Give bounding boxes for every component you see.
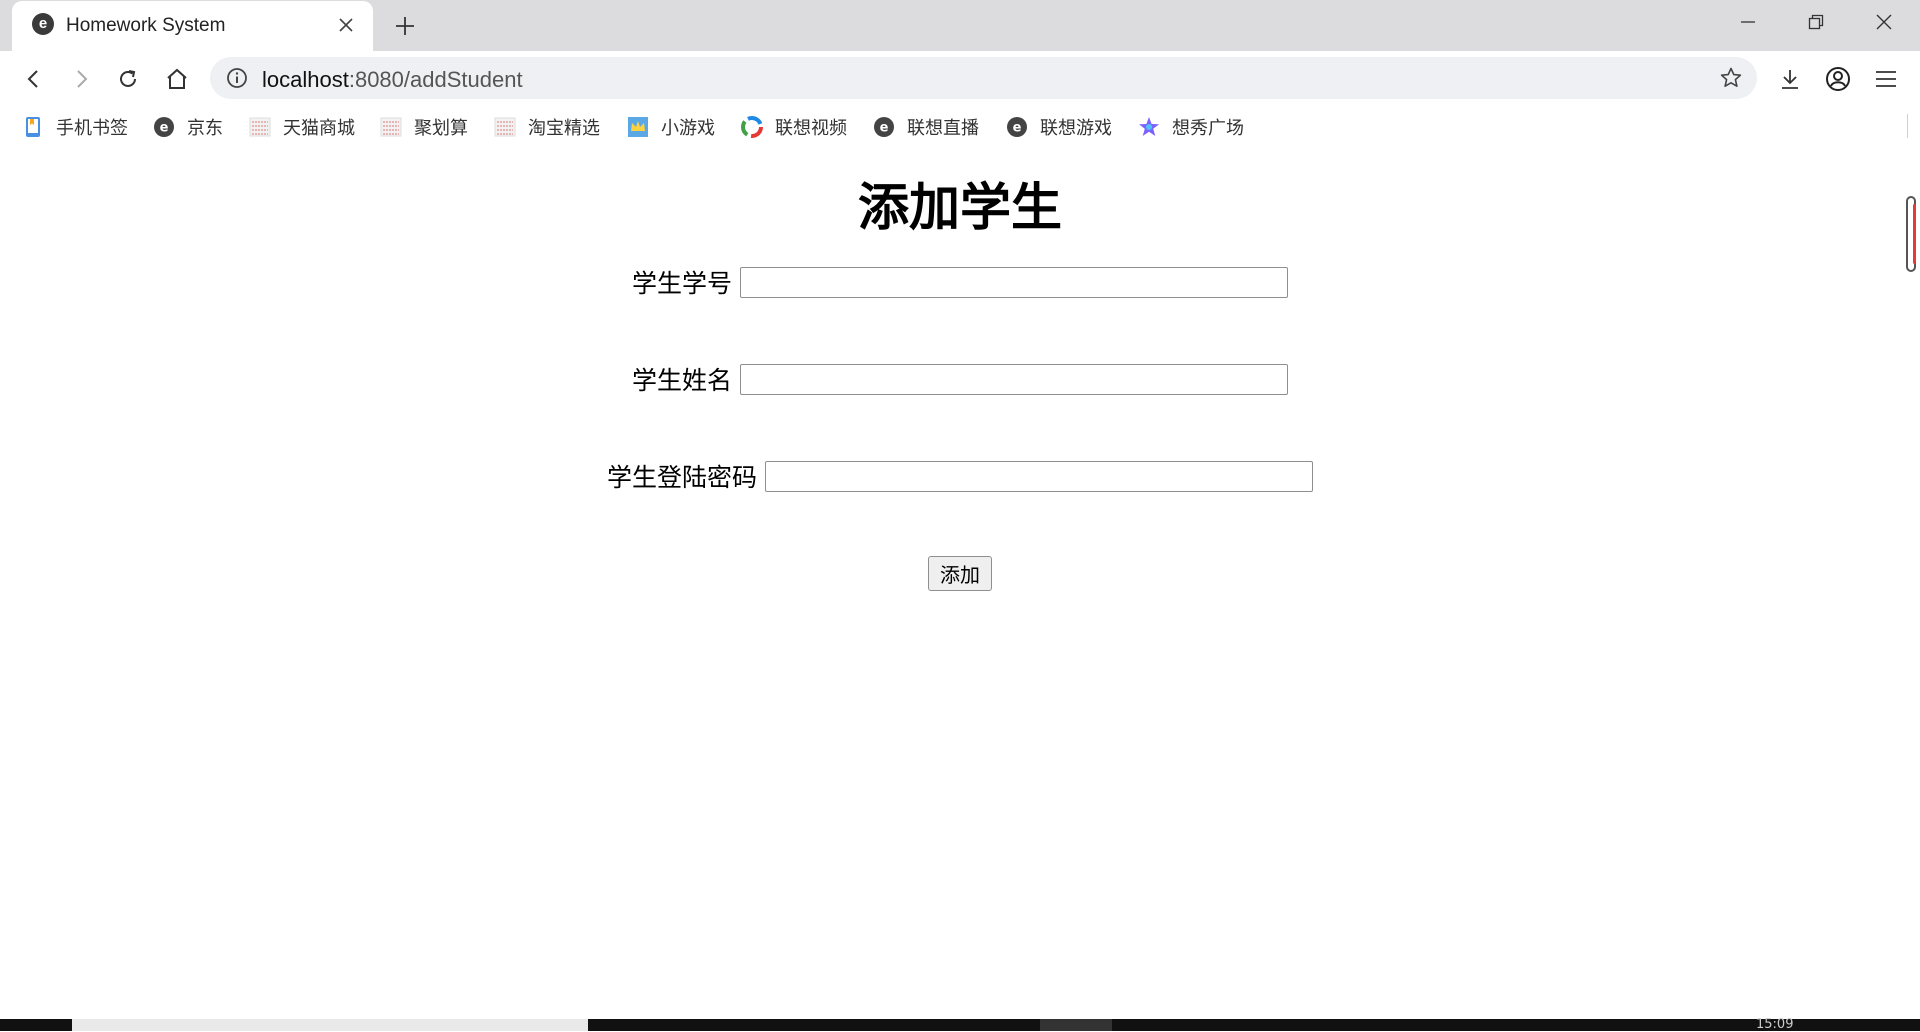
bookmark-juhuasuan[interactable]: 聚划算 — [380, 113, 468, 141]
star-bookmark-icon[interactable] — [1719, 66, 1743, 90]
address-bar[interactable]: localhost:8080/addStudent — [210, 57, 1757, 99]
edge-e-icon: e — [1007, 117, 1027, 137]
reload-icon — [120, 70, 136, 87]
minimize-icon — [1741, 21, 1755, 23]
new-tab-button[interactable] — [390, 11, 420, 41]
browser-tab-homework-system[interactable]: e Homework System — [12, 1, 373, 51]
site-thumbnail-icon — [494, 117, 516, 137]
hamburger-menu-icon — [1876, 71, 1896, 87]
bookmark-label: 聚划算 — [414, 118, 468, 138]
tab-strip: e Homework System — [0, 0, 1920, 51]
page-content: 添加学生 学生学号 学生姓名 学生登陆密码 添加 — [0, 147, 1920, 1019]
url-path: :8080/addStudent — [348, 67, 523, 92]
crown-icon — [628, 117, 648, 137]
menu-button[interactable] — [1866, 59, 1906, 99]
student-name-input[interactable] — [740, 363, 1288, 395]
downloads-button[interactable] — [1770, 59, 1810, 99]
bookmark-label: 联想游戏 — [1040, 118, 1112, 138]
bookmark-lenovo-live[interactable]: e 联想直播 — [873, 113, 979, 141]
bookmark-mini-games[interactable]: 小游戏 — [627, 113, 715, 141]
plus-icon — [396, 17, 414, 35]
add-student-button[interactable]: 添加 — [928, 556, 992, 591]
bookmark-jd[interactable]: e 京东 — [153, 113, 223, 141]
edge-e-icon: e — [154, 117, 174, 137]
bookmarks-bar: 手机书签 e 京东 天猫商城 聚划算 淘宝精选 小游戏 联想视频 e 联想直播 … — [0, 107, 1920, 147]
student-id-input[interactable] — [740, 266, 1288, 298]
reload-button[interactable] — [108, 59, 148, 99]
tab-close-icon[interactable] — [333, 12, 359, 38]
edge-e-icon: e — [32, 13, 54, 35]
profile-button[interactable] — [1818, 59, 1858, 99]
bookmark-lenovo-games[interactable]: e 联想游戏 — [1006, 113, 1112, 141]
bookmark-lenovo-video[interactable]: 联想视频 — [741, 113, 847, 141]
info-icon[interactable] — [226, 67, 248, 89]
bookmark-phone-bookmarks[interactable]: 手机书签 — [22, 113, 128, 141]
minimize-button[interactable] — [1714, 0, 1782, 44]
bookmarks-divider — [1907, 114, 1908, 138]
download-icon — [1782, 70, 1798, 89]
taskbar-clock: 15:09 — [1756, 1017, 1794, 1032]
close-window-button[interactable] — [1850, 0, 1918, 44]
svg-text:e: e — [1013, 121, 1022, 136]
url-text[interactable]: localhost:8080/addStudent — [262, 67, 523, 93]
student-id-row: 学生学号 — [0, 264, 1920, 300]
home-icon — [167, 68, 187, 89]
forward-button[interactable] — [61, 59, 101, 99]
back-arrow-icon — [27, 70, 38, 88]
bookmark-label: 小游戏 — [661, 118, 715, 138]
url-host: localhost — [262, 67, 349, 92]
os-taskbar: 15:09 — [0, 1017, 1920, 1032]
student-id-label: 学生学号 — [631, 270, 732, 298]
page-title: 添加学生 — [857, 179, 1062, 236]
bookmark-label: 天猫商城 — [283, 118, 355, 138]
bookmark-label: 手机书签 — [56, 118, 128, 138]
site-thumbnail-icon — [380, 117, 402, 137]
student-password-row: 学生登陆密码 — [0, 458, 1920, 494]
restore-icon — [1808, 14, 1824, 30]
tab-title: Homework System — [66, 15, 226, 36]
phone-bookmark-icon — [26, 117, 40, 137]
bookmark-label: 想秀广场 — [1172, 118, 1244, 138]
site-thumbnail-icon — [249, 117, 271, 137]
back-button[interactable] — [14, 59, 54, 99]
star-icon — [1139, 117, 1159, 136]
restore-button[interactable] — [1782, 0, 1850, 44]
home-button[interactable] — [157, 59, 197, 99]
color-ring-icon — [741, 116, 763, 138]
scrollbar-thumb[interactable] — [1906, 196, 1916, 272]
svg-text:e: e — [880, 121, 889, 136]
bookmark-xiangxiu-plaza[interactable]: 想秀广场 — [1138, 113, 1244, 141]
bookmark-label: 联想直播 — [907, 118, 979, 138]
student-password-label: 学生登陆密码 — [606, 464, 757, 492]
profile-avatar-icon — [1826, 67, 1850, 91]
bookmark-label: 京东 — [187, 118, 223, 138]
bookmark-label: 联想视频 — [775, 118, 847, 138]
svg-text:e: e — [160, 121, 169, 136]
close-icon — [1876, 14, 1892, 30]
taskbar-item[interactable] — [1040, 1019, 1112, 1031]
taskbar-item[interactable] — [72, 1019, 588, 1031]
browser-toolbar: localhost:8080/addStudent — [0, 51, 1920, 107]
edge-e-icon: e — [874, 117, 894, 137]
student-password-input[interactable] — [765, 460, 1313, 492]
forward-arrow-icon — [77, 70, 88, 88]
student-name-label: 学生姓名 — [631, 367, 732, 395]
student-name-row: 学生姓名 — [0, 361, 1920, 397]
bookmark-taobao-picks[interactable]: 淘宝精选 — [494, 113, 600, 141]
bookmark-tmall[interactable]: 天猫商城 — [249, 113, 355, 141]
bookmark-label: 淘宝精选 — [528, 118, 600, 138]
